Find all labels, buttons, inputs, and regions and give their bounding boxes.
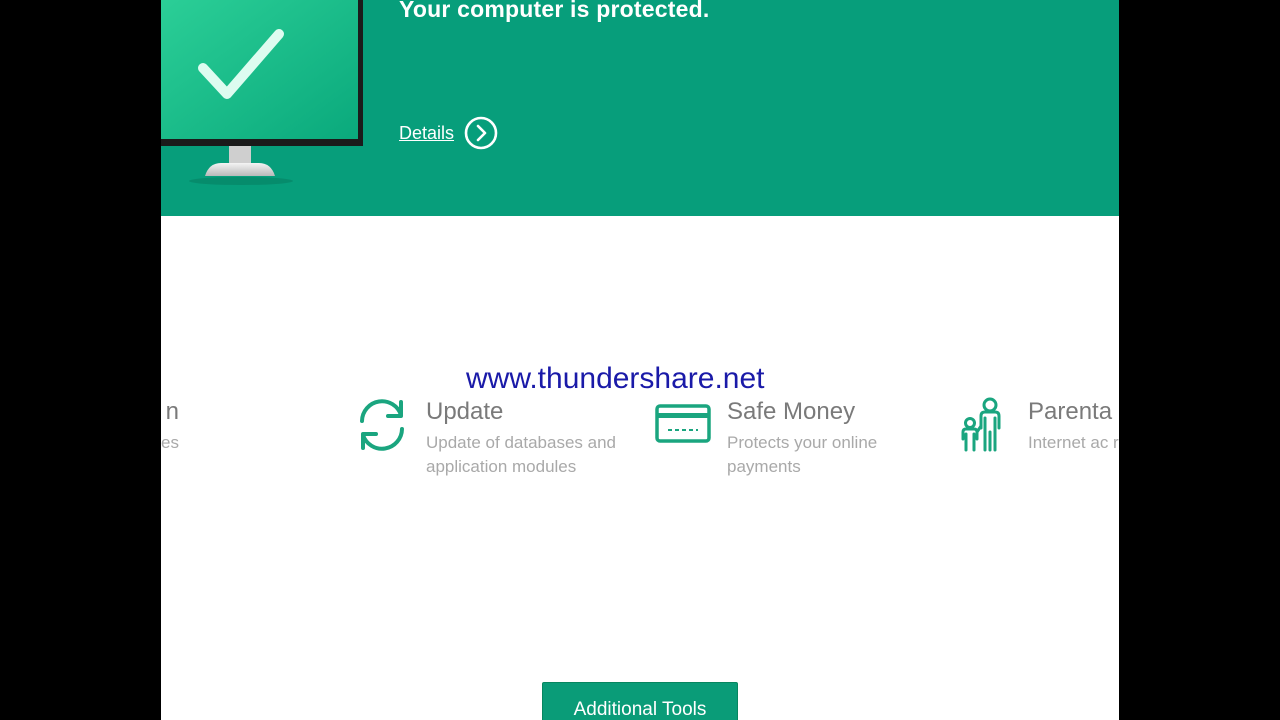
feature-update[interactable]: Update Update of databases and applicati… — [353, 394, 623, 514]
feature-scan-description: s your computer external devices — [161, 433, 179, 452]
feature-scan-title: n — [165, 398, 179, 425]
check-monitor-icon — [161, 0, 363, 185]
feature-safe-money-title: Safe Money — [727, 398, 856, 425]
feature-safe-money-description: Protects your online payments — [727, 433, 878, 476]
feature-parental-description: Internet ac restriction — [1028, 433, 1119, 452]
feature-update-title: Update — [426, 398, 504, 425]
protection-status-header: Your computer is protected. Details — [161, 0, 1119, 216]
feature-scan[interactable]: n s your computer external devices — [161, 394, 321, 514]
watermark-text: www.thundershare.net — [466, 362, 765, 395]
feature-safe-money[interactable]: Safe Money Protects your online payments — [654, 394, 924, 514]
feature-parental-title: Parenta — [1028, 398, 1113, 425]
additional-tools-button[interactable]: Additional Tools — [542, 682, 738, 720]
chevron-right-circle-icon[interactable] — [464, 116, 498, 150]
antivirus-main-window: Your computer is protected. Details n s … — [161, 0, 1119, 720]
credit-card-icon — [655, 404, 711, 443]
family-icon — [961, 397, 1001, 452]
details-label[interactable]: Details — [399, 123, 454, 144]
refresh-icon — [360, 399, 404, 451]
protection-status-title: Your computer is protected. — [399, 0, 710, 22]
feature-update-description: Update of databases and application modu… — [426, 433, 616, 476]
feature-parental-control[interactable]: Parenta Internet ac restriction — [959, 394, 1119, 514]
details-link[interactable]: Details — [399, 116, 498, 150]
